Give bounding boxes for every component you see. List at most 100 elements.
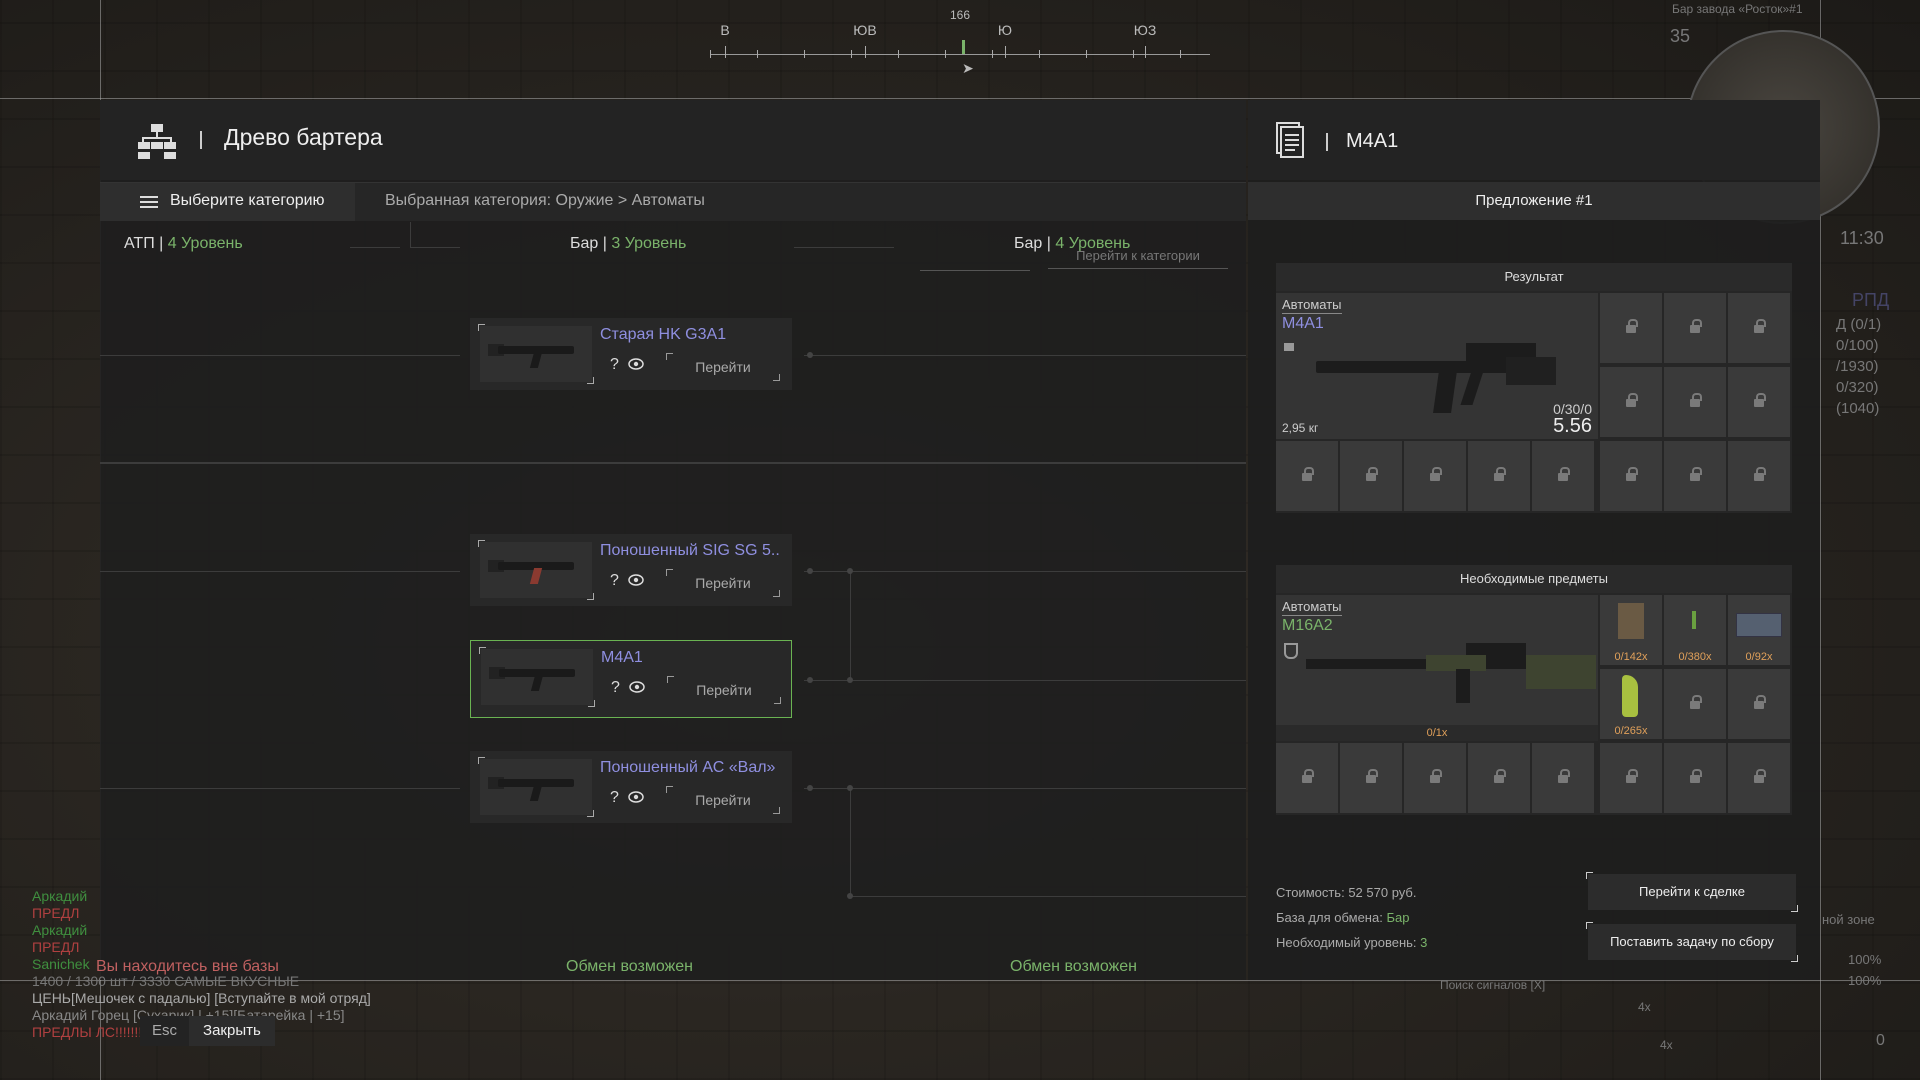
required-items-box: Необходимые предметы Автоматы M16A2 0/1x… [1276, 565, 1792, 815]
help-icon[interactable]: ? [610, 572, 619, 590]
locked-slot [1532, 743, 1594, 813]
locked-slot [1532, 441, 1594, 511]
locked-slot [1468, 743, 1530, 813]
column-header-atp: АТП | 4 Уровень [124, 235, 243, 252]
eye-icon[interactable] [628, 574, 644, 586]
locked-slot [1600, 441, 1662, 511]
column-header-bar-3: Бар | 3 Уровень [570, 235, 687, 252]
item-thumbnail [478, 324, 594, 384]
go-button[interactable]: Перейти [667, 676, 781, 704]
chat-line: Sanichek [32, 956, 90, 972]
slot-count-2: 4x [1660, 1038, 1673, 1052]
chat-line: Аркадий [32, 888, 88, 904]
barter-card[interactable]: Старая HK G3A1 ? Перейти [470, 318, 792, 390]
compass-tick [945, 50, 946, 58]
compass-tick [757, 50, 758, 58]
partial-card [920, 250, 1030, 271]
compass-tick [1039, 50, 1040, 58]
help-icon[interactable]: ? [610, 789, 619, 807]
item-name[interactable]: Поношенный SIG SG 5.. [600, 542, 780, 560]
zone-name: Бар завода «Росток»#1 [1672, 2, 1803, 16]
locked-slot [1404, 441, 1466, 511]
exchange-status-2: Обмен возможен [1010, 958, 1137, 975]
result-box: Результат Автоматы M4A1 2,95 кг 0/30/0 5… [1276, 263, 1792, 513]
compass-tick [992, 50, 993, 58]
eye-icon[interactable] [628, 358, 644, 370]
compass-label: В [720, 22, 730, 38]
required-item[interactable]: 0/380x [1664, 595, 1726, 665]
detail-title: M4A1 [1346, 130, 1399, 152]
weapon-image [1316, 329, 1566, 419]
esc-key: Esc [140, 1016, 190, 1046]
required-title: Необходимые предметы [1276, 565, 1792, 593]
required-item[interactable]: 0/92x [1728, 595, 1790, 665]
locked-slot [1404, 743, 1466, 813]
breadcrumb: Выбранная категория: Оружие > Автоматы [385, 192, 705, 209]
locked-slot [1276, 743, 1338, 813]
close-control[interactable]: Esc Закрыть [140, 1016, 275, 1046]
help-icon[interactable]: ? [611, 679, 620, 697]
compass: 166 ➤ В ЮВ Ю ЮЗ [710, 8, 1210, 76]
eye-icon[interactable] [629, 681, 645, 693]
detail-header: M4A1 [1248, 100, 1820, 180]
offer-tab[interactable]: Предложение #1 [1248, 182, 1820, 220]
zone-status: ной зоне [1822, 912, 1875, 927]
locked-slot [1664, 293, 1726, 363]
compass-major-tick [865, 46, 866, 58]
tree-icon [138, 124, 176, 159]
compass-arrow-icon: ➤ [962, 60, 974, 76]
required-main-item[interactable]: Автоматы M16A2 0/1x [1276, 595, 1598, 741]
barter-card-selected[interactable]: M4A1 ? Перейти [470, 640, 792, 718]
percent-1: 100% [1848, 952, 1882, 967]
partial-card-text: Перейти к категории [1048, 248, 1228, 269]
eye-icon[interactable] [628, 791, 644, 803]
required-item[interactable]: 0/265x [1600, 669, 1662, 739]
locked-slot [1728, 367, 1790, 437]
item-thumbnail [478, 540, 594, 600]
cost-line: Стоимость: 52 570 руб. [1276, 885, 1417, 900]
barter-card[interactable]: Поношенный АС «Вал» ? Перейти [470, 751, 792, 823]
exchange-status-1: Обмен возможен [566, 958, 693, 975]
locked-slot [1468, 441, 1530, 511]
close-button[interactable]: Закрыть [189, 1016, 275, 1046]
percent-2: 100% [1848, 973, 1882, 988]
go-button[interactable]: Перейти [666, 353, 780, 381]
item-name[interactable]: Поношенный АС «Вал» [600, 759, 775, 777]
barter-header: Древо бартера [100, 100, 1246, 180]
required-item[interactable]: 0/142x [1600, 595, 1662, 665]
item-thumbnail [478, 757, 594, 817]
locked-slot [1600, 293, 1662, 363]
result-item[interactable]: Автоматы M4A1 2,95 кг 0/30/0 5.56 [1276, 293, 1598, 439]
item-name[interactable]: M4A1 [601, 649, 643, 667]
menu-icon [140, 196, 158, 208]
compass-tick [851, 50, 852, 58]
compass-tick [898, 50, 899, 58]
locked-slot [1340, 743, 1402, 813]
barter-tree-panel: Древо бартера Выберите категорию Выбранн… [96, 100, 1246, 980]
compass-label: ЮВ [853, 22, 877, 38]
chat-line: Аркадий [32, 922, 88, 938]
item-name[interactable]: Старая HK G3A1 [600, 326, 726, 344]
help-icon[interactable]: ? [610, 356, 619, 374]
compass-tick [1086, 50, 1087, 58]
go-button[interactable]: Перейти [666, 786, 780, 814]
go-to-deal-button[interactable]: Перейти к сделке [1586, 872, 1798, 912]
compass-major-tick [1005, 46, 1006, 58]
required-category: Автоматы [1282, 599, 1342, 616]
compass-tick [710, 50, 711, 58]
locked-slot [1600, 743, 1662, 813]
item-detail-panel: M4A1 Предложение #1 Результат Автоматы M… [1248, 100, 1820, 980]
compass-tick [1180, 50, 1181, 58]
compass-tick [1133, 50, 1134, 58]
select-category-button[interactable]: Выберите категорию [100, 183, 355, 221]
chat-line: ПРЕДЛ [32, 939, 80, 955]
slot-count-1: 4x [1638, 1000, 1651, 1014]
barter-card[interactable]: Поношенный SIG SG 5.. ? Перейти [470, 534, 792, 606]
go-button[interactable]: Перейти [666, 569, 780, 597]
locked-slot [1664, 367, 1726, 437]
set-gather-task-button[interactable]: Поставить задачу по сбору [1586, 922, 1798, 962]
locked-slot [1664, 441, 1726, 511]
base-line: База для обмена: Бар [1276, 910, 1410, 925]
weapon-name: РПД [1852, 290, 1890, 310]
barter-title: Древо бартера [224, 124, 383, 150]
